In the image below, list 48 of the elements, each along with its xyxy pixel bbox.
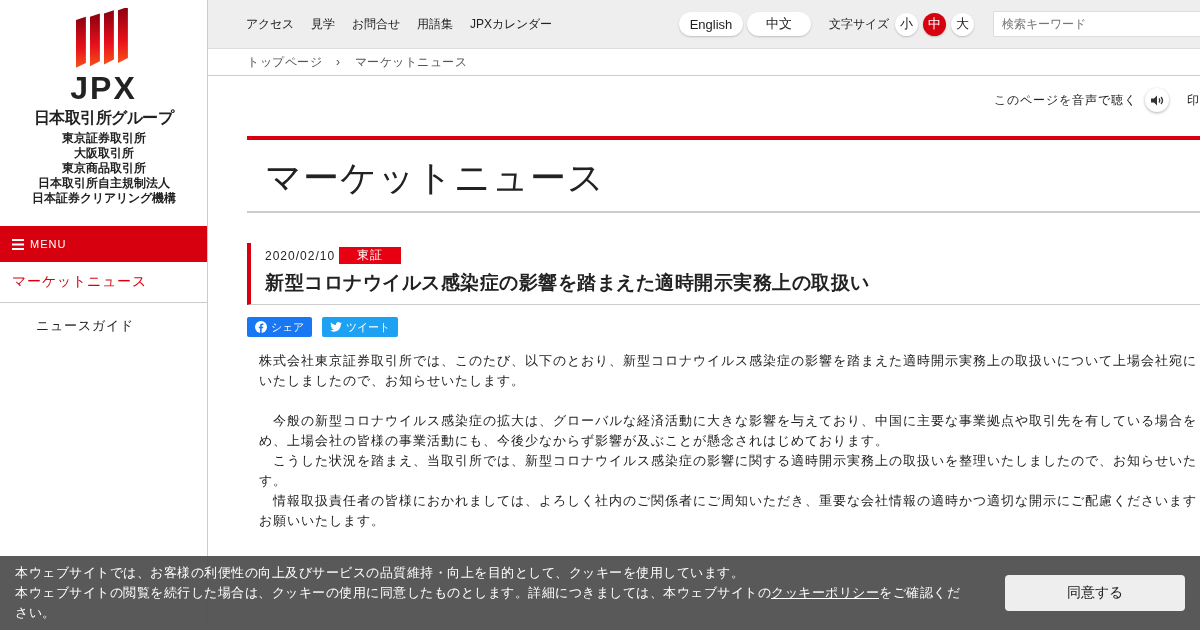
company-name: 日本取引所自主規制法人 [36,176,171,191]
share-button[interactable]: シェア [247,317,312,337]
page-title: マーケットニュース [247,136,1200,213]
font-size-button[interactable]: 中 [923,12,946,36]
language-button[interactable]: English [679,12,743,36]
body-text: 情報取扱責任者の皆様におかれましては、よろしく社内のご関係者にご周知いただき、重要な会社情報の適時かつ適切な開示にご配慮くださいます [272,492,1198,510]
nav-link[interactable]: お問合せ [352,15,400,33]
company-name: 東京証券取引所 [60,131,147,146]
menu-icon [12,238,24,250]
agree-button[interactable]: 同意する [1005,575,1185,611]
cookie-policy-link[interactable]: クッキーポリシー [771,585,879,600]
font-size-button[interactable]: 大 [951,12,974,36]
bird-icon [330,322,342,332]
article-date: 2020/02/10 [265,248,336,263]
listen-link[interactable]: このページを音声で聴く [994,91,1137,109]
body-text: 株式会社東京証券取引所では、このたび、以下のとおり、新型コロナウイルス感染症の影響を踏まえた適時開示実務上の取扱いについて上場会社宛に [259,352,1198,370]
speaker-icon [1150,94,1164,106]
body-text: す。 [259,472,288,490]
group-name: 日本取引所グループ [33,108,174,128]
logo-text: JPX [70,72,137,104]
body-text: お願いいたします。 [259,512,386,530]
print-link[interactable]: 印 [1187,91,1200,109]
company-name: 東京商品取引所 [60,161,147,176]
breadcrumb-link[interactable]: マーケットニュース [354,53,467,71]
facebook-icon [255,321,267,333]
nav-link[interactable]: 見学 [311,15,335,33]
language-button[interactable]: 中文 [747,12,811,36]
menu-button[interactable]: MENU [0,226,207,262]
sidebar-item[interactable]: マーケットニュース [0,262,207,303]
article-title: 新型コロナウイルス感染症の影響を踏まえた適時開示実務上の取扱い [265,271,871,295]
body-text: 今般の新型コロナウイルス感染症の拡大は、グローバルな経済活動に大きな影響を与えており、中国に主要な事業拠点や取引先を有している場合を [272,412,1198,430]
cookie-text: 本ウェブサイトでは、お客様の利便性の向上及びサービスの品質維持・向上を目的として、クッキーを使用しています。 本ウェブサイトの閲覧を続行した場合は、クッキーの使用に同意したものとします。詳細につきましては、本ウェブサイトのクッキーポリシーをご確認くだ さい。 [15,564,961,622]
nav-link[interactable]: アクセス [246,15,294,33]
search-field[interactable]: 検索キーワード [993,11,1200,37]
body-text: いたしましたので、お知らせいたします。 [259,372,526,390]
company-name: 日本証券クリアリング機構 [31,191,176,206]
nav-link[interactable]: JPXカレンダー [470,15,552,33]
body-text: こうした状況を踏まえ、当取引所では、新型コロナウイルス感染症の影響に関する適時開示実務上の取扱いを整理いたしましたので、お知らせいた [272,452,1198,470]
sidebar-subitem[interactable]: ニュースガイド [0,303,207,349]
font-size-button[interactable]: 小 [895,12,918,36]
speaker-button[interactable] [1145,88,1169,112]
nav-link[interactable]: 用語集 [417,15,453,33]
font-size-label: 文字サイズ [829,15,889,33]
body-text: め、上場会社の皆様の事業活動にも、今後少なからず影響が及ぶことが懸念されはじめております。 [259,432,890,450]
company-name: 大阪取引所 [72,146,135,161]
breadcrumb-separator: › [336,55,341,69]
breadcrumb-link[interactable]: トップページ [247,53,322,71]
category-tag: 東証 [339,247,402,264]
